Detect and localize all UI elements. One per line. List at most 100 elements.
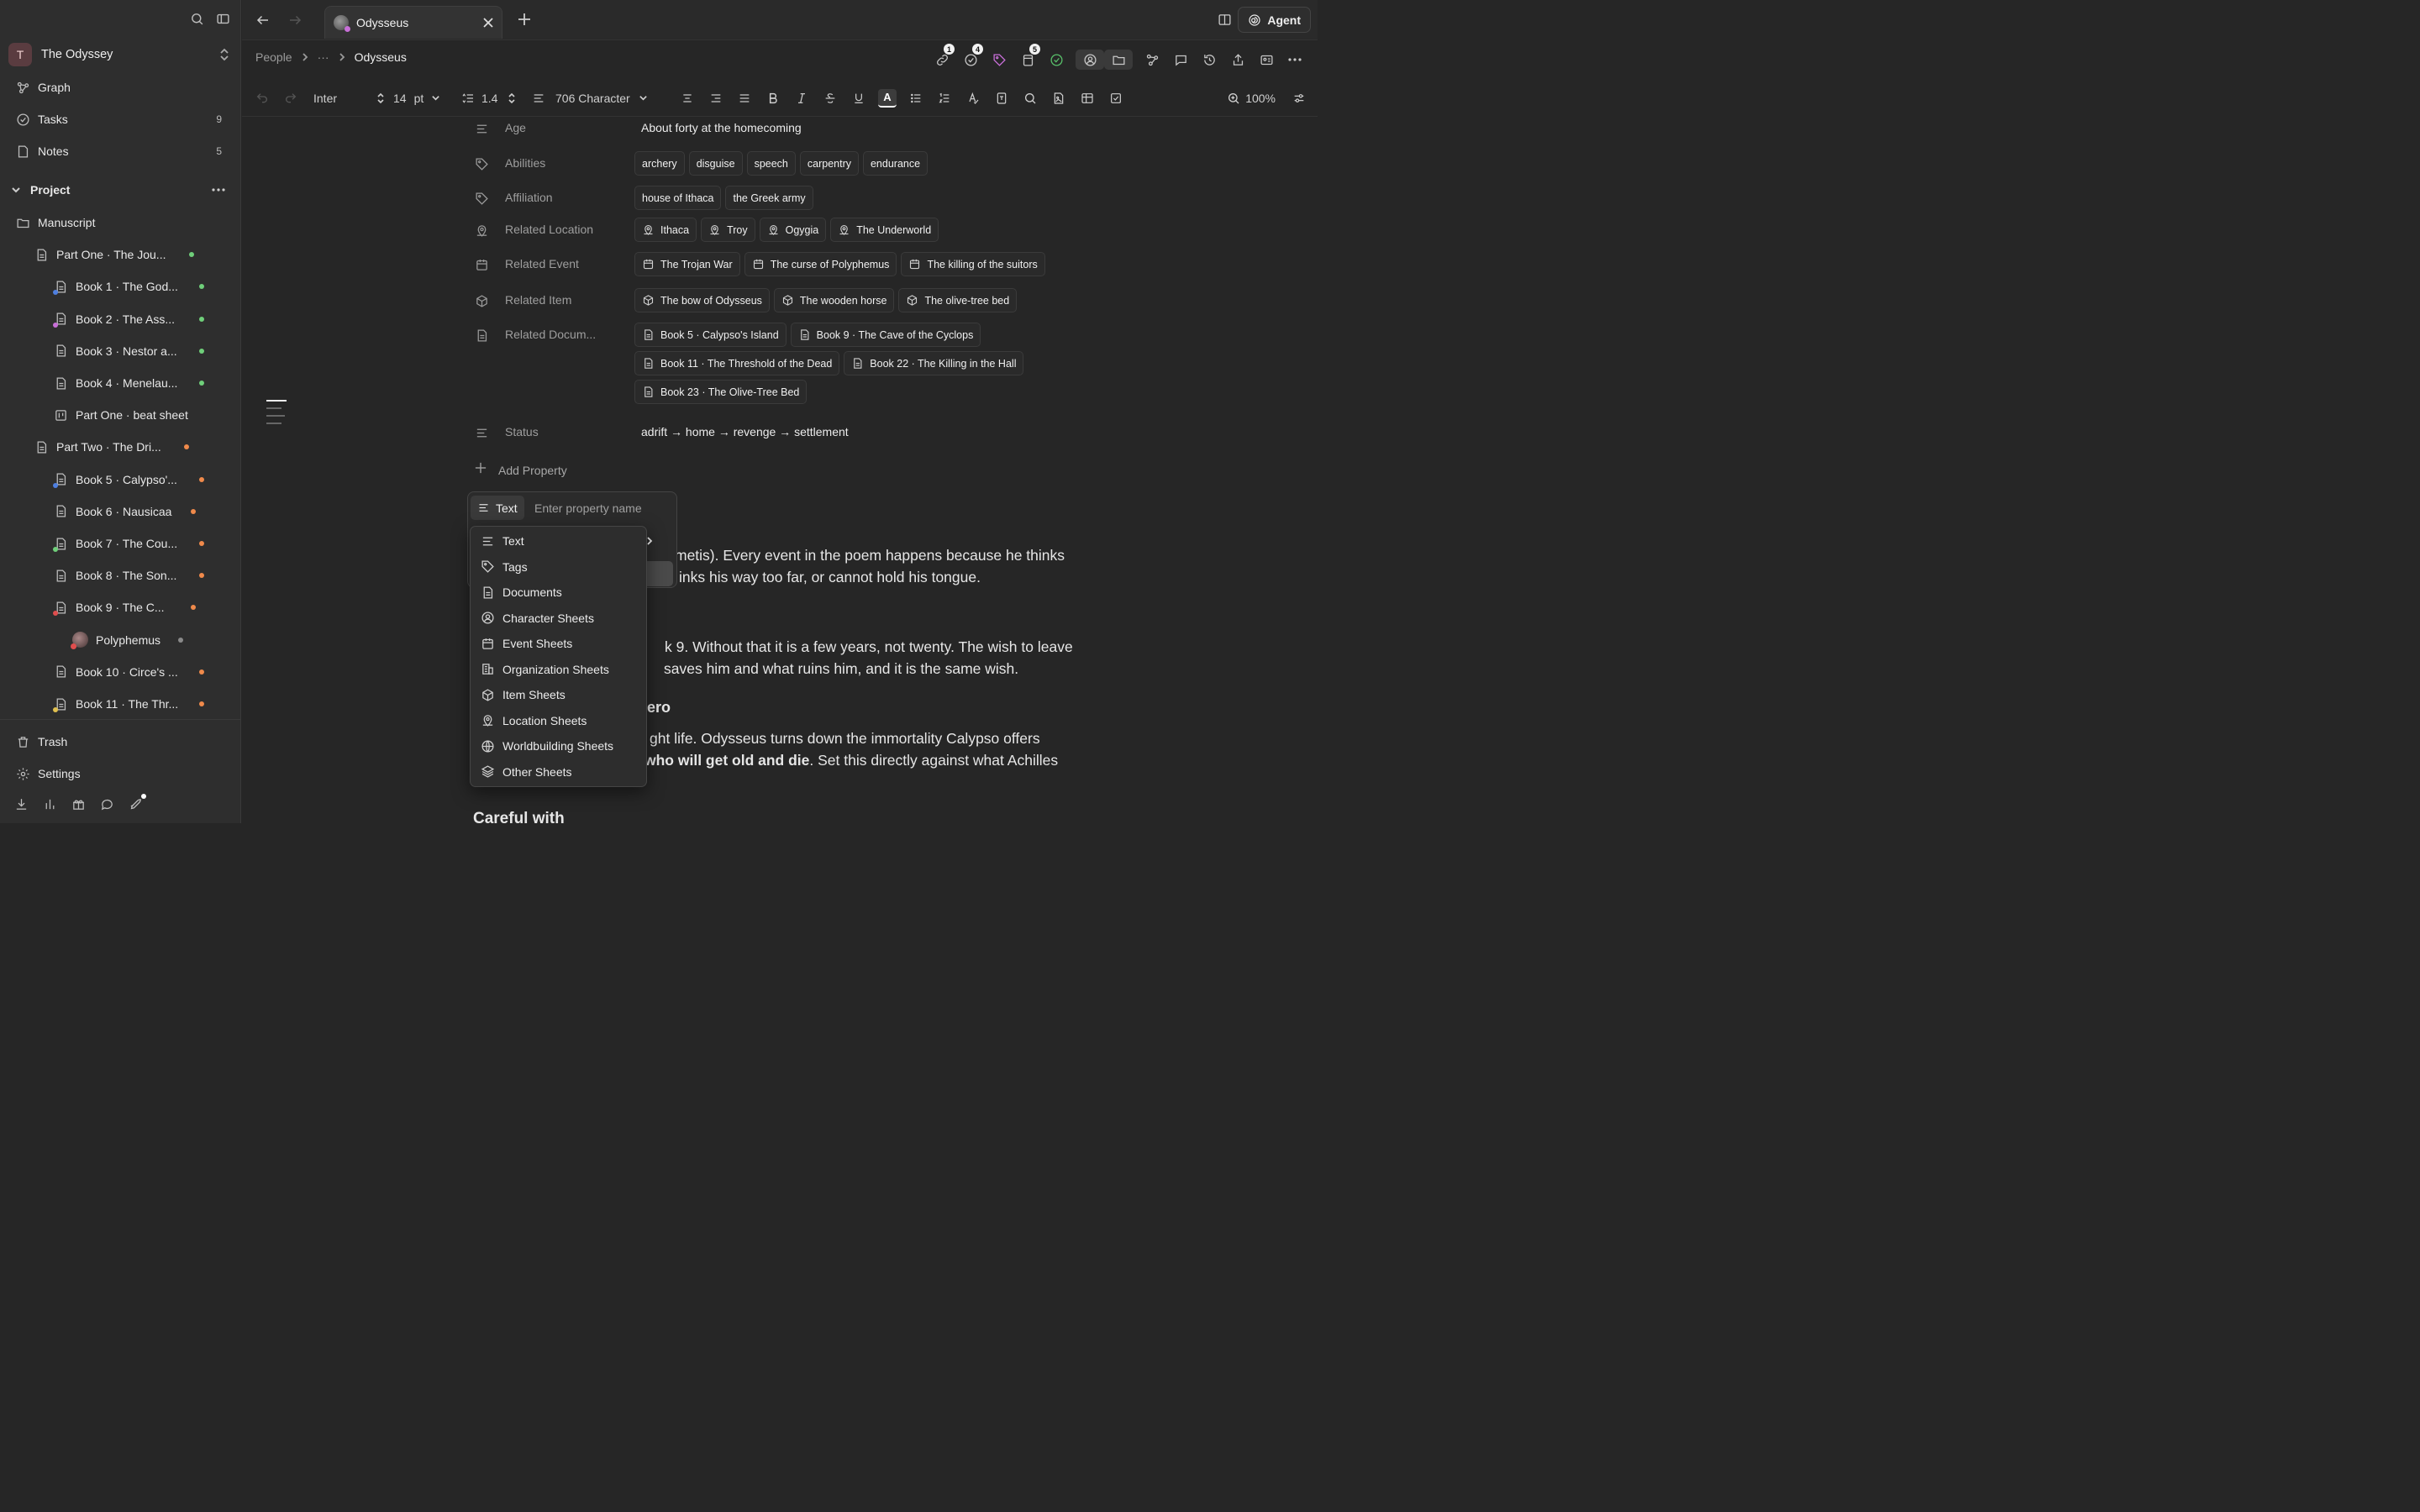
tab-odysseus[interactable]: Odysseus	[324, 6, 502, 39]
property-chip[interactable]: The bow of Odysseus	[634, 288, 770, 312]
property-name[interactable]: Related Item	[505, 293, 571, 307]
property-name[interactable]: Related Location	[505, 223, 593, 236]
property-chip[interactable]: The olive-tree bed	[898, 288, 1018, 312]
tree-item[interactable]: Part Two · The Dri...	[34, 433, 240, 460]
tree-item[interactable]: Book 2 · The Ass...	[53, 306, 240, 333]
property-chip[interactable]: archery	[634, 151, 685, 176]
tasks-check-icon[interactable]: 4	[956, 44, 985, 70]
property-chip[interactable]: Ithaca	[634, 218, 697, 242]
status-check-icon[interactable]	[1042, 50, 1071, 70]
bullet-list-icon[interactable]	[902, 89, 930, 108]
stats-icon[interactable]	[43, 797, 57, 811]
menu-item-event-sheets[interactable]: Event Sheets	[471, 631, 646, 656]
share-icon[interactable]	[1223, 50, 1252, 70]
project-section-header[interactable]: Project	[10, 176, 240, 203]
id-card-icon[interactable]	[1252, 50, 1281, 70]
property-name[interactable]: Abilities	[505, 156, 545, 170]
undo-icon[interactable]	[255, 92, 269, 105]
tree-item[interactable]: Manuscript	[15, 209, 240, 236]
tree-item[interactable]: Part One · The Jou...	[34, 241, 240, 268]
workspace-switcher[interactable]: T The Odyssey	[8, 42, 230, 67]
bold-icon[interactable]	[759, 89, 787, 108]
property-value[interactable]: adrift → home → revenge → settlement	[641, 425, 849, 438]
more-icon[interactable]	[212, 188, 225, 192]
property-value[interactable]: About forty at the homecoming	[641, 121, 802, 134]
strikethrough-icon[interactable]	[816, 89, 844, 108]
breadcrumb-ellipsis[interactable]: ···	[318, 50, 329, 64]
menu-item-character-sheets[interactable]: Character Sheets	[471, 606, 646, 631]
table-icon[interactable]	[1073, 89, 1102, 108]
property-name[interactable]: Status	[505, 425, 539, 438]
tree-item[interactable]: Book 5 · Calypso'...	[53, 466, 240, 493]
add-property-label[interactable]: Add Property	[498, 464, 567, 477]
tree-item[interactable]: Part One · beat sheet	[53, 402, 240, 428]
zoom-control[interactable]: 100%	[1227, 92, 1276, 105]
outline-indicator[interactable]	[266, 400, 287, 430]
menu-item-location-sheets[interactable]: Location Sheets	[471, 708, 646, 733]
tree-item[interactable]: Book 4 · Menelau...	[53, 370, 240, 396]
property-chip[interactable]: The Trojan War	[634, 252, 740, 276]
links-icon[interactable]: 1	[928, 44, 956, 70]
italic-icon[interactable]	[787, 89, 816, 108]
chat-icon[interactable]	[100, 797, 114, 811]
sidebar-item-notes[interactable]: Notes 5	[15, 138, 240, 165]
person-icon[interactable]	[1076, 50, 1104, 70]
align-right-icon[interactable]	[702, 89, 730, 108]
tree-item[interactable]: Book 9 · The C...	[53, 594, 240, 621]
tree-item[interactable]: Book 11 · The Thr...	[53, 690, 240, 717]
sidebar-item-graph[interactable]: Graph	[15, 74, 240, 101]
menu-item-documents[interactable]: Documents	[471, 580, 646, 605]
property-chip[interactable]: Book 23 · The Olive-Tree Bed	[634, 380, 808, 404]
rocket-icon[interactable]	[129, 794, 146, 811]
documents-icon[interactable]: 5	[1013, 44, 1042, 70]
checkbox-icon[interactable]	[1102, 89, 1130, 108]
property-chip[interactable]: disguise	[688, 151, 743, 176]
tag-icon[interactable]	[985, 50, 1013, 70]
font-select[interactable]: Inter	[313, 92, 385, 105]
property-chip[interactable]: The killing of the suitors	[901, 252, 1045, 276]
gift-icon[interactable]	[71, 797, 86, 811]
download-icon[interactable]	[14, 797, 29, 811]
underline-icon[interactable]	[844, 89, 873, 108]
property-chip[interactable]: Book 9 · The Cave of the Cyclops	[790, 323, 981, 347]
tree-item[interactable]: Book 6 · Nausicaa	[53, 498, 240, 525]
property-chip[interactable]: speech	[746, 151, 796, 176]
menu-item-organization-sheets[interactable]: Organization Sheets	[471, 657, 646, 682]
property-chip[interactable]: Troy	[701, 218, 755, 242]
numbered-list-icon[interactable]	[930, 89, 959, 108]
style-select[interactable]: 706 Character	[532, 92, 648, 105]
menu-item-worldbuilding-sheets[interactable]: Worldbuilding Sheets	[471, 733, 646, 759]
search-icon[interactable]	[1016, 89, 1044, 108]
tree-item[interactable]: Book 10 · Circe's ...	[53, 659, 240, 685]
property-name[interactable]: Related Event	[505, 257, 579, 270]
redo-icon[interactable]	[284, 92, 297, 105]
tree-item[interactable]: Book 3 · Nestor a...	[53, 338, 240, 365]
graph-icon[interactable]	[1138, 50, 1166, 70]
property-chip[interactable]: Book 5 · Calypso's Island	[634, 323, 786, 347]
property-name[interactable]: Related Docum...	[505, 328, 596, 341]
property-chip[interactable]: Ogygia	[759, 218, 827, 242]
sidebar-item-tasks[interactable]: Tasks 9	[15, 106, 240, 133]
image-file-icon[interactable]	[1044, 89, 1073, 108]
split-view-icon[interactable]	[1218, 13, 1232, 27]
history-icon[interactable]	[1195, 50, 1223, 70]
close-icon[interactable]	[483, 18, 493, 28]
tree-item[interactable]: Book 7 · The Cou...	[53, 530, 240, 557]
folder-icon[interactable]	[1104, 50, 1133, 70]
property-chip[interactable]: The curse of Polyphemus	[744, 252, 897, 276]
menu-item-tags[interactable]: Tags	[471, 554, 646, 580]
tree-item[interactable]: Book 1 · The God...	[53, 273, 240, 300]
menu-item-text[interactable]: Text	[471, 528, 653, 554]
new-tab-plus-icon[interactable]	[518, 13, 531, 26]
sliders-icon[interactable]	[1292, 92, 1306, 105]
forward-arrow-icon[interactable]	[287, 13, 302, 28]
property-name[interactable]: Affiliation	[505, 191, 553, 204]
property-chip[interactable]: the Greek army	[725, 186, 813, 210]
back-arrow-icon[interactable]	[255, 13, 271, 28]
clear-format-icon[interactable]	[959, 89, 987, 108]
property-chip[interactable]: Book 11 · The Threshold of the Dead	[634, 351, 840, 375]
property-name-input[interactable]	[534, 497, 669, 519]
property-chip[interactable]: Book 22 · The Killing in the Hall	[844, 351, 1024, 375]
justify-icon[interactable]	[730, 89, 759, 108]
property-chip[interactable]: carpentry	[799, 151, 859, 176]
